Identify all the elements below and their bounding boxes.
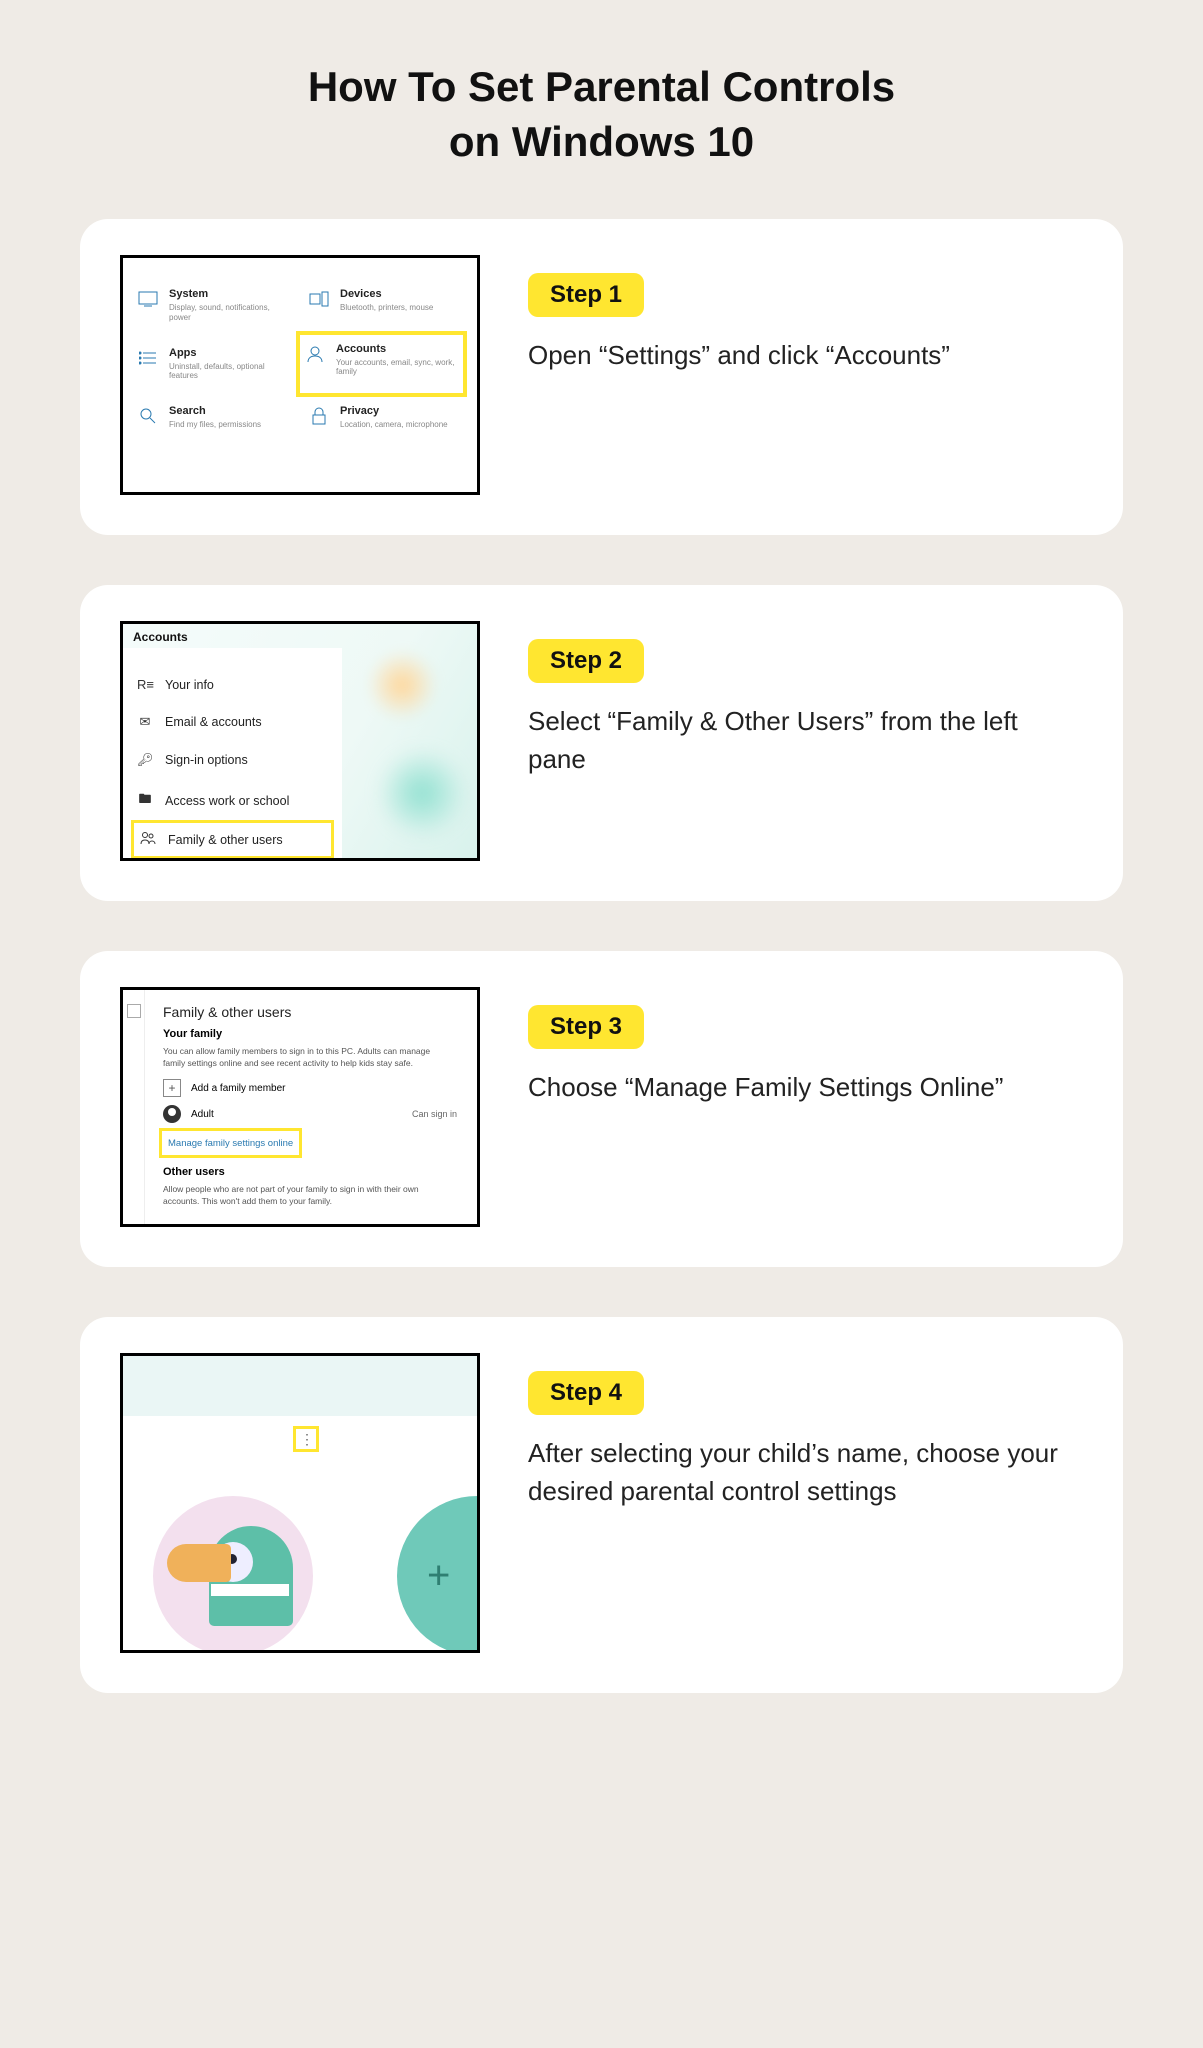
member-status: Can sign in [412, 1109, 457, 1119]
person-badge-icon: R≡ [137, 677, 153, 692]
tile-label: Accounts [336, 343, 459, 356]
tile-label: Privacy [340, 405, 448, 418]
sidebar-item-email[interactable]: ✉ Email & accounts [123, 703, 342, 741]
settings-tile-privacy[interactable]: Privacy Location, camera, microphone [300, 393, 471, 442]
other-users-heading: Other users [163, 1166, 457, 1178]
search-box-icon[interactable] [127, 1004, 141, 1018]
step2-screenshot: Accounts R≡ Your info ✉ Email & accounts… [120, 621, 480, 861]
step-badge: Step 4 [528, 1371, 644, 1415]
add-member-label: Add a family member [191, 1083, 285, 1094]
step-card-1: System Display, sound, notifications, po… [80, 219, 1123, 535]
search-icon [137, 405, 159, 427]
add-profile-avatar[interactable]: + [397, 1496, 480, 1653]
sidebar-item-signin[interactable]: 🔑︎ Sign-in options [123, 741, 342, 779]
step3-screenshot: Family & other users Your family You can… [120, 987, 480, 1227]
other-users-description: Allow people who are not part of your fa… [163, 1184, 433, 1207]
key-icon: 🔑︎ [137, 752, 153, 768]
sidebar-item-label: Your info [165, 678, 214, 692]
step-badge: Step 1 [528, 273, 644, 317]
more-options-button[interactable]: ⋮ [293, 1426, 319, 1452]
sidebar-item-label: Email & accounts [165, 715, 262, 729]
tile-sub: Location, camera, microphone [340, 420, 448, 430]
tile-label: System [169, 288, 292, 301]
plus-icon: + [427, 1554, 450, 1599]
step-card-2: Accounts R≡ Your info ✉ Email & accounts… [80, 585, 1123, 901]
child-profile-avatar[interactable] [153, 1496, 313, 1653]
step4-screenshot: ⋮ + [120, 1353, 480, 1653]
step-text: Choose “Manage Family Settings Online” [528, 1069, 1073, 1107]
title-line-2: on Windows 10 [449, 118, 754, 165]
tile-sub: Display, sound, notifications, power [169, 303, 292, 322]
step-text: Select “Family & Other Users” from the l… [528, 703, 1073, 778]
settings-tile-apps[interactable]: Apps Uninstall, defaults, optional featu… [129, 335, 300, 393]
people-icon [140, 831, 156, 848]
family-member-row[interactable]: Adult Can sign in [163, 1105, 457, 1123]
tile-sub: Find my files, permissions [169, 420, 261, 430]
family-title: Family & other users [163, 1004, 457, 1020]
mail-icon: ✉ [137, 714, 153, 730]
step-badge: Step 2 [528, 639, 644, 683]
sidebar-item-label: Family & other users [168, 833, 283, 847]
step-card-4: ⋮ + Step 4 After selecting your child’s … [80, 1317, 1123, 1693]
accounts-header: Accounts [123, 624, 477, 648]
add-family-member-button[interactable]: + Add a family member [163, 1079, 457, 1097]
member-role: Adult [191, 1109, 214, 1120]
sidebar-item-label: Sign-in options [165, 753, 248, 767]
list-icon [137, 347, 159, 369]
title-line-1: How To Set Parental Controls [308, 63, 895, 110]
step-badge: Step 3 [528, 1005, 644, 1049]
avatar-icon [163, 1105, 181, 1123]
sidebar-item-family[interactable]: Family & other users [131, 820, 334, 859]
step-card-3: Family & other users Your family You can… [80, 951, 1123, 1267]
person-icon [304, 343, 326, 365]
tile-sub: Uninstall, defaults, optional features [169, 362, 292, 381]
settings-tile-system[interactable]: System Display, sound, notifications, po… [129, 276, 300, 334]
step1-screenshot: System Display, sound, notifications, po… [120, 255, 480, 495]
devices-icon [308, 288, 330, 310]
settings-tile-devices[interactable]: Devices Bluetooth, printers, mouse [300, 276, 471, 334]
your-family-heading: Your family [163, 1028, 457, 1040]
settings-tile-search[interactable]: Search Find my files, permissions [129, 393, 300, 442]
tile-label: Apps [169, 347, 292, 360]
tile-sub: Bluetooth, printers, mouse [340, 303, 433, 313]
sidebar-item-work[interactable]: 🖿︎ Access work or school [123, 779, 342, 823]
tile-sub: Your accounts, email, sync, work, family [336, 358, 459, 377]
lock-icon [308, 405, 330, 427]
step-text: After selecting your child’s name, choos… [528, 1435, 1073, 1510]
step-text: Open “Settings” and click “Accounts” [528, 337, 1073, 375]
briefcase-icon: 🖿︎ [137, 790, 153, 812]
settings-tile-accounts[interactable]: Accounts Your accounts, email, sync, wor… [296, 331, 467, 397]
sidebar-item-sync[interactable]: ↻ Sync your settings [123, 856, 342, 861]
sidebar-item-label: Access work or school [165, 794, 289, 808]
your-family-description: You can allow family members to sign in … [163, 1046, 433, 1069]
display-icon [137, 288, 159, 310]
manage-family-link-highlight: Manage family settings online [159, 1128, 302, 1158]
page-title: How To Set Parental Controls on Windows … [222, 60, 982, 169]
sidebar-item-your-info[interactable]: R≡ Your info [123, 666, 342, 703]
manage-family-settings-link[interactable]: Manage family settings online [166, 1134, 295, 1153]
tile-label: Devices [340, 288, 433, 301]
plus-icon: + [163, 1079, 181, 1097]
tile-label: Search [169, 405, 261, 418]
